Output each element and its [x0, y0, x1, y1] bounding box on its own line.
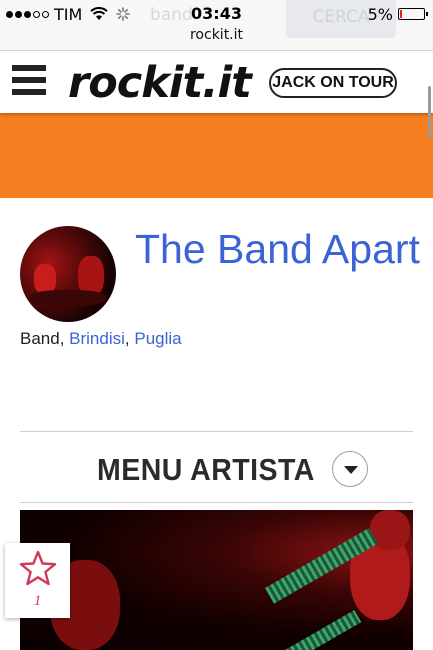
battery-group: 5%: [367, 3, 428, 25]
artist-city-link[interactable]: Brindisi: [69, 329, 125, 348]
address-bar-url[interactable]: rockit.it: [0, 27, 433, 43]
artist-region-link[interactable]: Puglia: [134, 329, 181, 348]
battery-percent: 5%: [367, 4, 393, 24]
star-icon[interactable]: [19, 550, 57, 586]
jack-on-tour-badge[interactable]: JACK ON TOUR: [269, 68, 397, 98]
status-bar: band CERCA TIM 03:43 5% rockit.it: [0, 0, 433, 51]
hamburger-menu-icon[interactable]: [12, 65, 46, 97]
divider-bottom: [20, 502, 413, 503]
artist-name[interactable]: The Band Apart: [135, 226, 425, 272]
favorite-count: 1: [33, 593, 42, 609]
page-scrollbar[interactable]: [428, 86, 431, 138]
artist-menu-title[interactable]: MENU ARTISTA: [97, 452, 315, 488]
battery-icon: [398, 8, 428, 20]
artist-type: Band: [20, 329, 60, 348]
site-logo[interactable]: rockit.it: [68, 55, 252, 111]
artist-avatar: [20, 226, 116, 322]
artist-photo: [20, 510, 413, 650]
menu-dropdown-icon[interactable]: [332, 451, 368, 487]
artist-meta: Band, Brindisi, Puglia: [20, 329, 182, 348]
divider-top: [20, 431, 413, 432]
orange-banner: [0, 113, 433, 198]
favorite-widget[interactable]: 1: [5, 543, 70, 618]
